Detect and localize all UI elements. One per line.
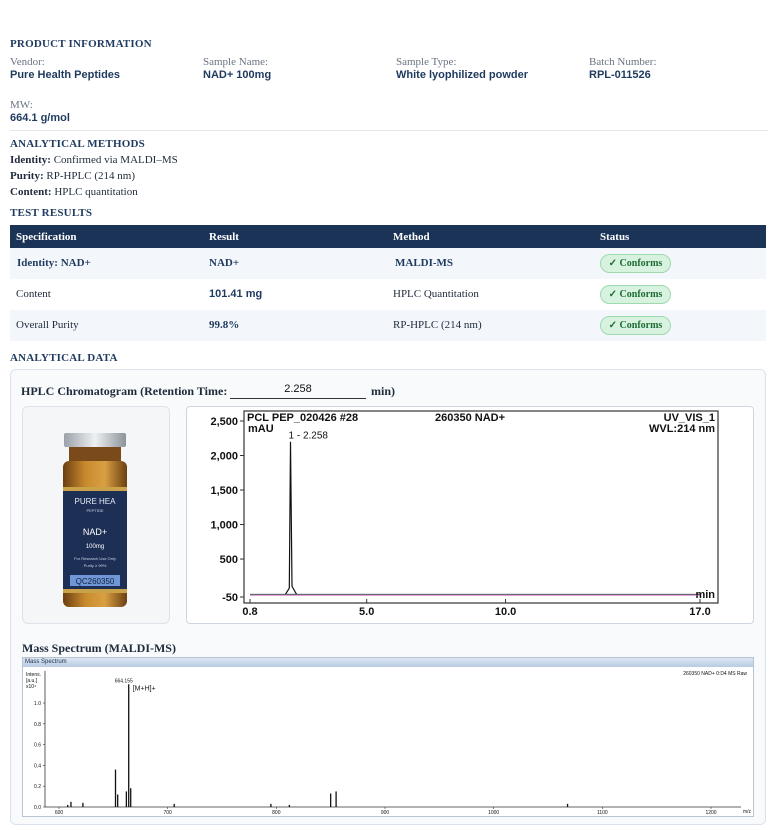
vendor-value: Pure Health Peptides [10, 69, 121, 81]
status-badge: ✓ Conforms [600, 254, 671, 273]
ms-ylabel-3: x10⁴ [26, 684, 36, 690]
y-tick-label: 1,000 [210, 520, 238, 532]
analytical-methods-title: ANALYTICAL METHODS [10, 138, 145, 150]
table-row: Content 101.41 mg HPLC Quantitation ✓ Co… [10, 279, 766, 310]
cell-spec: Identity: NAD+ [17, 257, 91, 269]
method-purity: Purity: RP-HPLC (214 nm) [10, 170, 135, 182]
hplc-chart: PCL PEP_020426 #28 260350 NAD+ UV_VIS_1 … [186, 406, 754, 624]
ms-y-tick-label: 1.0 [34, 701, 41, 707]
vial-name: NAD+ [83, 527, 107, 537]
peak-label: 1 - 2.258 [289, 431, 329, 442]
ms-title: Mass Spectrum (MALDI-MS) [22, 641, 176, 655]
status-badge: ✓ Conforms [600, 285, 671, 304]
y-tick-label: 500 [220, 554, 238, 566]
method-content-value: HPLC quantitation [54, 186, 138, 198]
y-tick-label: 2,000 [210, 451, 238, 463]
method-content-label: Content: [10, 186, 52, 198]
ms-y-tick-label: 0.8 [34, 722, 41, 728]
ms-x-tick-label: 1100 [597, 810, 608, 816]
x-tick-label: 10.0 [495, 606, 516, 618]
sample-type-label: Sample Type: [396, 56, 457, 68]
ms-peak-label: 664.155 [115, 678, 133, 684]
table-row: Overall Purity 99.8% RP-HPLC (214 nm) ✓ … [10, 310, 766, 341]
ms-x-tick-label: 800 [272, 810, 281, 816]
ms-header-right: 260350 NAD+ 0:D4 MS Raw [683, 671, 747, 677]
cell-result: 99.8% [209, 319, 240, 331]
ms-y-tick-label: 0.4 [34, 763, 41, 769]
sample-name-value: NAD+ 100mg [203, 69, 272, 81]
header-result: Result [209, 231, 239, 243]
cell-spec: Content [16, 288, 51, 300]
method-content: Content: HPLC quantitation [10, 186, 138, 198]
test-results-table: Specification Result Method Status Ident… [10, 225, 766, 341]
method-identity-label: Identity: [10, 154, 51, 166]
ms-y-tick-label: 0.0 [34, 805, 41, 811]
ms-xlabel: m/z [743, 809, 752, 815]
x-tick-label: 0.8 [242, 606, 257, 618]
x-tick-label: 5.0 [359, 606, 374, 618]
header-status: Status [600, 231, 630, 243]
test-results-title: TEST RESULTS [10, 207, 93, 219]
hplc-header-center: 260350 NAD+ [435, 412, 505, 424]
y-tick-label: -50 [222, 592, 238, 604]
header-method: Method [393, 231, 430, 243]
cell-result: 101.41 mg [209, 288, 263, 300]
table-row: Identity: NAD+ NAD+ MALDI-MS ✓ Conforms [10, 248, 766, 279]
cell-method: MALDI-MS [395, 257, 454, 269]
ms-x-tick-label: 1000 [488, 810, 499, 816]
vial-illustration: PURE HEA PEPTIDE NAD+ 100mg For Research… [63, 433, 127, 607]
method-purity-value: RP-HPLC (214 nm) [46, 170, 135, 182]
hplc-xlabel: min [695, 589, 715, 601]
mass-spectrum-chart: Mass Spectrum Intens. [a.u.] x10⁴ 260350… [22, 657, 754, 817]
product-information-title: PRODUCT INFORMATION [10, 38, 152, 50]
hplc-header-right2: WVL:214 nm [649, 423, 715, 435]
ms-y-tick-label: 0.6 [34, 743, 41, 749]
ms-tab: Mass Spectrum [23, 658, 753, 667]
table-header: Specification Result Method Status [10, 225, 766, 248]
cell-method: HPLC Quantitation [393, 288, 479, 300]
method-identity: Identity: Confirmed via MALDI–MS [10, 154, 178, 166]
method-identity-value: Confirmed via MALDI–MS [53, 154, 178, 166]
status-badge: ✓ Conforms [600, 316, 671, 335]
divider [10, 130, 768, 131]
product-image: PURE HEA PEPTIDE NAD+ 100mg For Research… [22, 406, 170, 624]
y-tick-label: 2,500 [210, 416, 238, 428]
cell-result: NAD+ [209, 257, 240, 269]
ms-x-tick-label: 600 [55, 810, 64, 816]
retention-time-field: 2.258 [230, 383, 366, 399]
batch-number-value: RPL-011526 [589, 69, 651, 81]
ms-x-tick-label: 700 [163, 810, 172, 816]
ms-y-tick-label: 0.2 [34, 784, 41, 790]
x-tick-label: 17.0 [689, 606, 710, 618]
method-purity-label: Purity: [10, 170, 44, 182]
header-specification: Specification [16, 231, 77, 243]
hplc-ylabel: mAU [248, 423, 274, 435]
hplc-svg: PCL PEP_020426 #28 260350 NAD+ UV_VIS_1 … [210, 410, 719, 618]
vial-note-2: Purity ≥ 99% [84, 563, 107, 568]
y-tick-label: 1,500 [210, 485, 238, 497]
mw-value: 664.1 g/mol [10, 112, 70, 124]
hplc-title: HPLC Chromatogram (Retention Time: [21, 384, 228, 398]
ms-x-tick-label: 1200 [705, 810, 716, 816]
vial-brand: PURE HEA [75, 497, 117, 506]
batch-number-label: Batch Number: [589, 56, 657, 68]
mw-label: MW: [10, 99, 33, 111]
cell-method: RP-HPLC (214 nm) [393, 319, 482, 331]
sample-name-label: Sample Name: [203, 56, 269, 68]
vial-brand-sub: PEPTIDE [86, 508, 103, 513]
vial-code: QC260350 [76, 577, 115, 586]
ms-svg: Intens. [a.u.] x10⁴ 260350 NAD+ 0:D4 MS … [26, 671, 752, 816]
ms-peak-annotation: [M+H]+ [133, 685, 156, 692]
sample-type-value: White lyophilized powder [396, 69, 528, 81]
vendor-label: Vendor: [10, 56, 45, 68]
vial-amount: 100mg [86, 544, 104, 550]
hplc-title-suffix: min) [371, 384, 395, 398]
vial-note-1: For Research Use Only [74, 556, 116, 561]
analytical-data-title: ANALYTICAL DATA [10, 352, 118, 364]
ms-x-tick-label: 900 [381, 810, 390, 816]
cell-spec: Overall Purity [16, 319, 79, 331]
